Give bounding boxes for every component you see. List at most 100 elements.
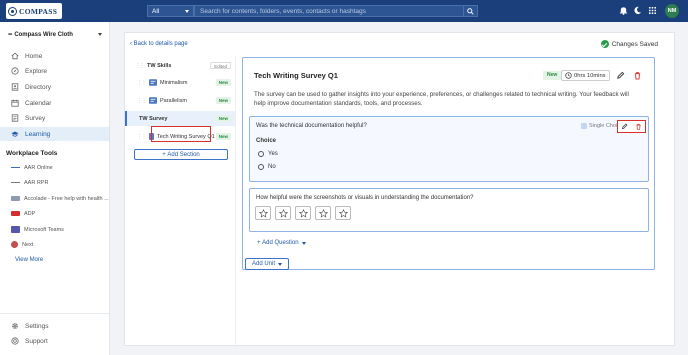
sidebar-item-label: Settings [25,322,49,330]
tool-link-aar-rpr[interactable]: AAR RPR [0,176,109,189]
clock-icon [565,72,572,79]
choice-option-no[interactable]: No [258,164,276,170]
add-section-label: Add Section [167,151,200,158]
sidebar-item-label: Calendar [25,99,52,107]
gear-icon [12,323,18,329]
chevron-down-icon [185,10,189,13]
add-question-label: Add Question [262,240,299,246]
tree-item-label: Parallelism [160,97,187,104]
drag-handle-icon[interactable]: ⋮⋮ [137,98,147,104]
status-badge: New [215,97,231,104]
rating-star-1[interactable] [255,206,271,220]
bell-icon[interactable] [619,6,628,15]
sidebar-item-settings[interactable]: Settings [0,319,109,333]
duration-value: 0hrs 10mins [574,72,606,79]
tree-unit-minimalism[interactable]: ⋮⋮ Minimalism New [125,75,235,90]
sidebar-item-learning[interactable]: Learning [0,127,109,141]
adp-icon [11,211,20,216]
aar-icon [11,164,20,171]
tool-link-next[interactable]: Next [0,238,109,251]
rating-star-4[interactable] [315,206,331,220]
add-question-dropdown[interactable]: + Add Question [257,240,306,246]
tree-unit-parallelism[interactable]: ⋮⋮ Parallelism New [125,93,235,108]
graduation-cap-icon [11,131,19,137]
help-icon [11,337,19,345]
aar-icon [11,179,20,186]
search-scope-dropdown[interactable]: All [147,5,194,17]
drag-handle-icon[interactable]: ⋮⋮ [137,134,147,140]
status-badge: Edited [210,62,231,69]
drag-handle-icon[interactable]: ⋮⋮ [137,80,147,86]
survey-description: The survey can be used to gather insight… [254,91,629,107]
chevron-down-icon [278,262,283,266]
user-avatar[interactable]: NM [665,4,679,18]
question-text: Was the technical documentation helpful? [256,123,367,129]
tree-item-label: TW Skills [147,62,172,69]
trash-icon[interactable] [635,123,642,130]
sidebar-item-label: Directory [25,83,52,91]
question-card[interactable]: Was the technical documentation helpful?… [249,116,649,182]
star-rating [255,206,355,220]
sidebar-item-label: Learning [25,130,51,138]
tree-section-tw-skills[interactable]: ⋮⋮ TW Skills Edited [125,58,235,73]
sidebar-item-directory[interactable]: Directory [0,80,109,94]
status-badge: New [215,79,231,86]
status-badge: New [215,115,231,122]
save-status-text: Changes Saved [611,40,658,48]
tool-link-aar-online[interactable]: AAR Online [0,161,109,174]
tool-link-microsoft-teams[interactable]: Microsoft Teams [0,223,109,236]
survey-card: Tech Writing Survey Q1 New 0hrs 10mins T… [242,57,655,270]
status-badge: New [215,133,231,140]
tool-label: Accolade - Free help with health ... [24,195,109,202]
star-icon [298,208,308,218]
sidebar-item-label: Survey [25,114,46,122]
radio-button[interactable] [258,164,264,170]
view-more-link[interactable]: View More [15,257,43,263]
pencil-icon[interactable] [616,71,625,80]
add-unit-dropdown[interactable]: Add Unit [245,258,290,270]
tree-section-tw-survey[interactable]: TW Survey New [125,111,235,126]
drag-handle-icon[interactable]: ⋮⋮ [135,63,145,69]
tree-item-label: Minimalism [160,79,188,86]
question-card[interactable]: How helpful were the screenshots or visu… [249,188,649,232]
grid-icon[interactable] [648,6,657,15]
sidebar-item-home[interactable]: Home [0,49,109,63]
tool-link-adp[interactable]: ADP [0,207,109,220]
rating-star-2[interactable] [275,206,291,220]
pencil-icon[interactable] [621,123,628,130]
search-placeholder: Search for contents, folders, events, co… [200,7,366,15]
rating-star-5[interactable] [335,206,351,220]
sidebar-item-calendar[interactable]: Calendar [0,96,109,110]
teams-icon [11,226,20,233]
sidebar-item-explore[interactable]: Explore [0,64,109,78]
duration-field[interactable]: 0hrs 10mins [561,70,610,81]
add-section-button[interactable]: + Add Section [134,149,228,160]
tree-item-label: TW Survey [139,115,168,122]
trash-icon[interactable] [633,71,642,80]
add-unit-label: Add Unit [252,261,276,267]
survey-icon [11,114,19,122]
sidebar-item-label: Explore [25,67,48,75]
back-to-details-link[interactable]: ‹ Back to details page [130,41,188,47]
unit-icon [149,97,157,104]
search-input[interactable]: Search for contents, folders, events, co… [194,5,478,17]
choice-option-yes[interactable]: Yes [258,151,278,157]
search-button[interactable] [463,6,477,16]
radio-button[interactable] [258,151,264,157]
moon-icon[interactable] [633,6,642,15]
organization-switcher[interactable]: ••• Compass Wire Cloth [8,30,102,40]
compass-logo[interactable]: COMPASS [6,3,62,19]
sidebar-item-survey[interactable]: Survey [0,111,109,125]
tool-link-accolade[interactable]: Accolade - Free help with health ... [0,192,109,205]
question-text: How helpful were the screenshots or visu… [256,195,474,201]
survey-title: Tech Writing Survey Q1 [254,71,338,80]
tool-label: Microsoft Teams [24,226,64,233]
accolade-icon [11,196,20,201]
chevron-down-icon [98,33,102,36]
sidebar-item-support[interactable]: Support [0,334,109,348]
search-scope-value: All [152,7,160,15]
rating-star-3[interactable] [295,206,311,220]
compass-icon [11,67,19,75]
calendar-icon [11,99,19,107]
option-label: Yes [268,151,278,157]
